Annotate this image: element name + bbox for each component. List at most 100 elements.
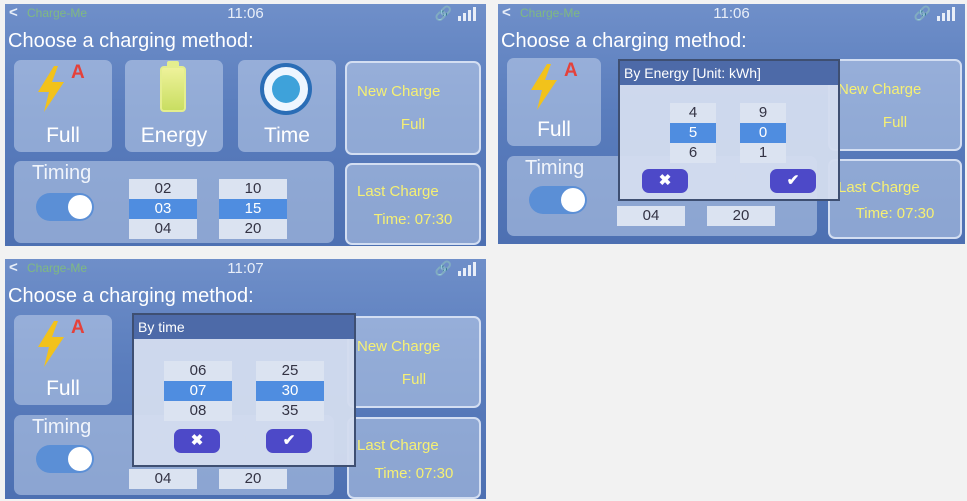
- minute-wheel-dialog[interactable]: 25 30 35: [256, 361, 324, 421]
- minute-wheel[interactable]: 20: [219, 469, 287, 489]
- minute-wheel[interactable]: 10 15 20: [219, 179, 287, 239]
- hour-wheel[interactable]: 04: [129, 469, 197, 489]
- wheel-item-selected[interactable]: 30: [256, 381, 324, 401]
- wheel-item[interactable]: 6: [670, 143, 716, 163]
- screen-main: < Charge-Me 11:06 🔗 Choose a charging me…: [5, 4, 486, 246]
- signal-icon: [937, 7, 961, 21]
- page-title: Choose a charging method:: [8, 30, 254, 52]
- a-badge: A: [564, 60, 578, 81]
- toggle-knob: [561, 188, 585, 212]
- wheel-item-selected[interactable]: 15: [219, 199, 287, 219]
- wheel-item[interactable]: 20: [219, 219, 287, 239]
- last-charge-title: Last Charge: [838, 179, 920, 196]
- new-charge-title: New Charge: [357, 83, 441, 100]
- status-clock: 11:06: [227, 5, 264, 22]
- wheel-item[interactable]: 35: [256, 401, 324, 421]
- wheel-item[interactable]: 9: [740, 103, 786, 123]
- wheel-item[interactable]: 25: [256, 361, 324, 381]
- method-full-button[interactable]: A Full: [507, 58, 601, 146]
- method-full-label: Full: [46, 377, 80, 400]
- energy-wheel-1[interactable]: 4 5 6: [670, 103, 716, 163]
- status-bar: < Charge-Me 11:06 🔗: [498, 4, 965, 24]
- timing-toggle[interactable]: [529, 186, 587, 214]
- wheel-item[interactable]: 20: [219, 469, 287, 489]
- hour-wheel[interactable]: 04: [617, 206, 685, 226]
- wheel-item-selected[interactable]: 5: [670, 123, 716, 143]
- last-charge-title: Last Charge: [357, 437, 439, 454]
- new-charge-title: New Charge: [838, 81, 922, 98]
- wheel-item[interactable]: 04: [129, 219, 197, 239]
- last-charge-panel: Last Charge Time: 07:30: [345, 163, 481, 245]
- wheel-item[interactable]: 1: [740, 143, 786, 163]
- confirm-button[interactable]: ✔: [266, 429, 312, 453]
- dialog-title: By time: [134, 315, 354, 339]
- wheel-item[interactable]: 04: [617, 206, 685, 226]
- page-title: Choose a charging method:: [8, 285, 254, 307]
- link-icon: 🔗: [913, 5, 931, 21]
- link-icon: 🔗: [434, 260, 452, 276]
- cancel-button[interactable]: ✖: [174, 429, 220, 453]
- status-bar: < Charge-Me 11:07 🔗: [5, 259, 486, 279]
- status-clock: 11:07: [227, 260, 264, 277]
- wheel-item-selected[interactable]: 07: [164, 381, 232, 401]
- method-full-label: Full: [537, 118, 571, 141]
- method-energy-button[interactable]: Energy: [125, 60, 223, 152]
- signal-icon: [458, 262, 482, 276]
- timing-panel: Timing 02 03 04 10 15 20: [14, 161, 334, 243]
- timing-label: Timing: [32, 162, 92, 184]
- new-charge-panel[interactable]: New Charge Full: [347, 316, 481, 408]
- new-charge-value: Full: [400, 116, 426, 133]
- cancel-button[interactable]: ✖: [642, 169, 688, 193]
- a-badge: A: [71, 62, 85, 83]
- method-full-button[interactable]: A Full: [14, 315, 112, 405]
- wheel-item[interactable]: 4: [670, 103, 716, 123]
- wheel-item[interactable]: 20: [707, 206, 775, 226]
- wheel-item[interactable]: 10: [219, 179, 287, 199]
- app-name: Charge-Me: [27, 6, 88, 20]
- clock-icon: [260, 63, 312, 115]
- timing-toggle[interactable]: [36, 445, 94, 473]
- new-charge-panel[interactable]: New Charge Full: [828, 59, 962, 151]
- energy-wheel-2[interactable]: 9 0 1: [740, 103, 786, 163]
- toggle-knob: [68, 447, 92, 471]
- method-time-button[interactable]: Time: [238, 60, 336, 152]
- lightning-icon: [531, 64, 557, 110]
- timing-label: Timing: [32, 416, 92, 438]
- back-button[interactable]: <: [502, 4, 511, 21]
- battery-icon: [160, 61, 186, 112]
- screen-time-dialog: < Charge-Me 11:07 🔗 Choose a charging me…: [5, 259, 486, 499]
- method-full-button[interactable]: A Full: [14, 60, 112, 152]
- app-name: Charge-Me: [520, 6, 581, 20]
- timing-toggle[interactable]: [36, 193, 94, 221]
- hour-wheel[interactable]: 02 03 04: [129, 179, 197, 239]
- wheel-item-selected[interactable]: 0: [740, 123, 786, 143]
- time-dialog: By time 06 07 08 25 30 35 ✖ ✔: [132, 313, 356, 467]
- method-full-label: Full: [46, 124, 80, 147]
- confirm-button[interactable]: ✔: [770, 169, 816, 193]
- toggle-knob: [68, 195, 92, 219]
- link-icon: 🔗: [434, 5, 452, 21]
- timing-label: Timing: [525, 157, 585, 179]
- last-charge-title: Last Charge: [357, 183, 439, 200]
- new-charge-panel[interactable]: New Charge Full: [345, 61, 481, 155]
- wheel-item[interactable]: 02: [129, 179, 197, 199]
- wheel-item[interactable]: 06: [164, 361, 232, 381]
- page-title: Choose a charging method:: [501, 30, 747, 52]
- dialog-title: By Energy [Unit: kWh]: [620, 61, 838, 85]
- wheel-item[interactable]: 04: [129, 469, 197, 489]
- hour-wheel-dialog[interactable]: 06 07 08: [164, 361, 232, 421]
- lightning-icon: [38, 321, 64, 367]
- last-charge-value: Time: 07:30: [373, 211, 453, 228]
- method-time-label: Time: [264, 124, 310, 147]
- new-charge-title: New Charge: [357, 338, 441, 355]
- new-charge-value: Full: [882, 114, 908, 131]
- back-button[interactable]: <: [9, 4, 18, 21]
- lightning-icon: [38, 66, 64, 112]
- wheel-item-selected[interactable]: 03: [129, 199, 197, 219]
- a-badge: A: [71, 317, 85, 338]
- wheel-item[interactable]: 08: [164, 401, 232, 421]
- last-charge-value: Time: 07:30: [374, 465, 454, 482]
- minute-wheel[interactable]: 20: [707, 206, 775, 226]
- last-charge-panel: Last Charge Time: 07:30: [828, 159, 962, 239]
- back-button[interactable]: <: [9, 259, 18, 276]
